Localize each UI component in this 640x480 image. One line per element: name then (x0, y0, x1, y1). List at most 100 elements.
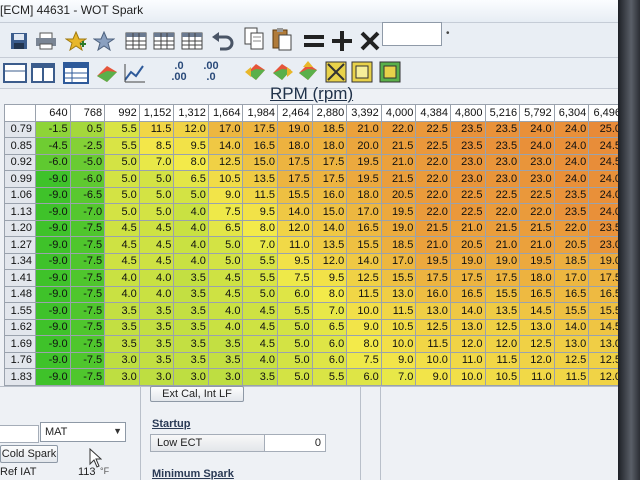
column-header[interactable]: 640 (35, 104, 71, 122)
grid-cell[interactable]: 4.0 (138, 285, 175, 303)
grid-cell[interactable]: 16.5 (346, 219, 382, 237)
set-equal-icon[interactable] (302, 29, 326, 53)
grid-cell[interactable]: 3.5 (138, 302, 175, 320)
grid-cell[interactable]: 23.5 (484, 137, 521, 155)
grid-cell[interactable]: 9.0 (207, 186, 244, 204)
grid-cell[interactable]: 3.5 (138, 318, 175, 336)
grid-cell[interactable]: 4.0 (138, 269, 175, 287)
grid-cell[interactable]: 23.0 (588, 236, 618, 254)
grid-cell[interactable]: -7.5 (69, 269, 106, 287)
split-view-icon[interactable] (30, 61, 56, 85)
grid-cell[interactable]: 13.5 (484, 302, 521, 320)
grid-cell[interactable]: 9.0 (415, 368, 451, 386)
grid-cell[interactable]: 13.0 (553, 335, 590, 353)
graph-icon[interactable] (122, 61, 148, 85)
grid-cell[interactable]: 4.0 (207, 318, 244, 336)
grid-cell[interactable]: 22.5 (519, 186, 555, 204)
grid-cell[interactable]: 16.0 (415, 285, 451, 303)
grid-cell[interactable]: 15.0 (311, 203, 348, 221)
grid-cell[interactable]: 9.0 (346, 318, 382, 336)
favorite-add-icon[interactable] (64, 29, 88, 53)
layout-icon[interactable] (2, 61, 28, 85)
grid-cell[interactable]: 3.0 (207, 368, 244, 386)
grid-cell[interactable]: 17.5 (242, 120, 279, 138)
grid-cell[interactable]: 5.0 (104, 153, 140, 171)
grid-cell[interactable]: -9.0 (35, 269, 71, 287)
grid-cell[interactable]: 19.0 (277, 120, 313, 138)
grid-cell[interactable]: 17.5 (415, 269, 451, 287)
grid-cell[interactable]: -7.5 (69, 285, 106, 303)
grid-cell[interactable]: 8.0 (242, 219, 279, 237)
grid-cell[interactable]: 18.0 (346, 186, 382, 204)
grid-cell[interactable]: 11.5 (138, 120, 175, 138)
grid-cell[interactable]: 13.0 (449, 318, 486, 336)
grid-cell[interactable]: 3.0 (104, 351, 140, 369)
grid-cell[interactable]: 19.0 (588, 252, 618, 270)
grid-cell[interactable]: 5.0 (277, 318, 313, 336)
grid-cell[interactable]: 24.0 (588, 170, 618, 188)
grid-cell[interactable]: 8.0 (311, 285, 348, 303)
grid-cell[interactable]: 18.5 (380, 236, 417, 254)
column-header[interactable]: 6,496 (588, 104, 618, 122)
grid-cell[interactable]: 24.0 (588, 203, 618, 221)
grid-cell[interactable]: -7.5 (69, 219, 106, 237)
grid-cell[interactable]: 9.5 (242, 203, 279, 221)
grid-cell[interactable]: 17.0 (207, 120, 244, 138)
grid-cell[interactable]: 10.5 (380, 318, 417, 336)
grid-cell[interactable]: 5.5 (242, 269, 279, 287)
grid-cell[interactable]: 21.0 (415, 236, 451, 254)
column-header[interactable]: 4,800 (449, 104, 486, 122)
grid-cell[interactable]: 14.0 (346, 252, 382, 270)
grid-cell[interactable]: 23.5 (484, 120, 521, 138)
grid-cell[interactable]: 15.5 (277, 186, 313, 204)
grid-cell[interactable]: 11.5 (553, 368, 590, 386)
grid-cell[interactable]: 3.5 (173, 269, 209, 287)
column-header[interactable]: 5,792 (519, 104, 555, 122)
column-header[interactable]: 2,880 (311, 104, 348, 122)
grid-cell[interactable]: 4.0 (242, 351, 279, 369)
grid-cell[interactable]: 3.5 (207, 335, 244, 353)
grid-cell[interactable]: 3.5 (104, 318, 140, 336)
grid-cell[interactable]: 3.5 (104, 302, 140, 320)
column-header[interactable]: 4,384 (415, 104, 451, 122)
grid-cell[interactable]: -7.5 (69, 368, 106, 386)
grid-cell[interactable]: 5.0 (138, 170, 175, 188)
grid-cell[interactable]: 6.0 (277, 285, 313, 303)
grid-cell[interactable]: 24.0 (553, 153, 590, 171)
grid-cell[interactable]: 3.5 (173, 351, 209, 369)
grid-cell[interactable]: 23.5 (553, 186, 590, 204)
grid-cell[interactable]: 15.5 (588, 302, 618, 320)
grid-cell[interactable]: 21.0 (380, 153, 417, 171)
grid-cell[interactable]: 6.5 (311, 318, 348, 336)
grid-cell[interactable]: 12.5 (415, 318, 451, 336)
cold-spark-button[interactable]: Cold Spark (0, 445, 58, 463)
grid-cell[interactable]: 5.5 (104, 137, 140, 155)
grid-cell[interactable]: -9.0 (35, 335, 71, 353)
grid-cell[interactable]: 23.0 (519, 153, 555, 171)
grid-cell[interactable]: 23.0 (484, 170, 521, 188)
grid-cell[interactable]: 5.5 (242, 252, 279, 270)
grid-cell[interactable]: 17.0 (346, 203, 382, 221)
grid-cell[interactable]: 15.5 (553, 302, 590, 320)
table-view3-icon[interactable] (180, 29, 204, 53)
grid-cell[interactable]: 21.5 (380, 170, 417, 188)
grid-cell[interactable]: 13.0 (588, 335, 618, 353)
column-header[interactable]: 6,304 (553, 104, 590, 122)
column-header[interactable]: 992 (104, 104, 140, 122)
grid-cell[interactable]: 8.5 (138, 137, 175, 155)
grid-cell[interactable]: 4.0 (173, 219, 209, 237)
row-header[interactable]: 0.85 (4, 137, 36, 155)
grid-cell[interactable]: 12.5 (553, 351, 590, 369)
grid-cell[interactable]: 5.5 (277, 302, 313, 320)
grid-cell[interactable]: -9.0 (35, 285, 71, 303)
grid-cell[interactable]: 19.0 (449, 252, 486, 270)
column-header[interactable]: 1,152 (138, 104, 175, 122)
row-header[interactable]: 1.62 (4, 318, 36, 336)
table-grid-icon[interactable] (62, 61, 90, 85)
grid-cell[interactable]: -2.5 (69, 137, 106, 155)
grid-cell[interactable]: 15.0 (242, 153, 279, 171)
grid-cell[interactable]: 7.0 (380, 368, 417, 386)
grid-cell[interactable]: 21.0 (449, 219, 486, 237)
grid-cell[interactable]: 12.0 (519, 351, 555, 369)
grid-cell[interactable]: 5.0 (104, 186, 140, 204)
